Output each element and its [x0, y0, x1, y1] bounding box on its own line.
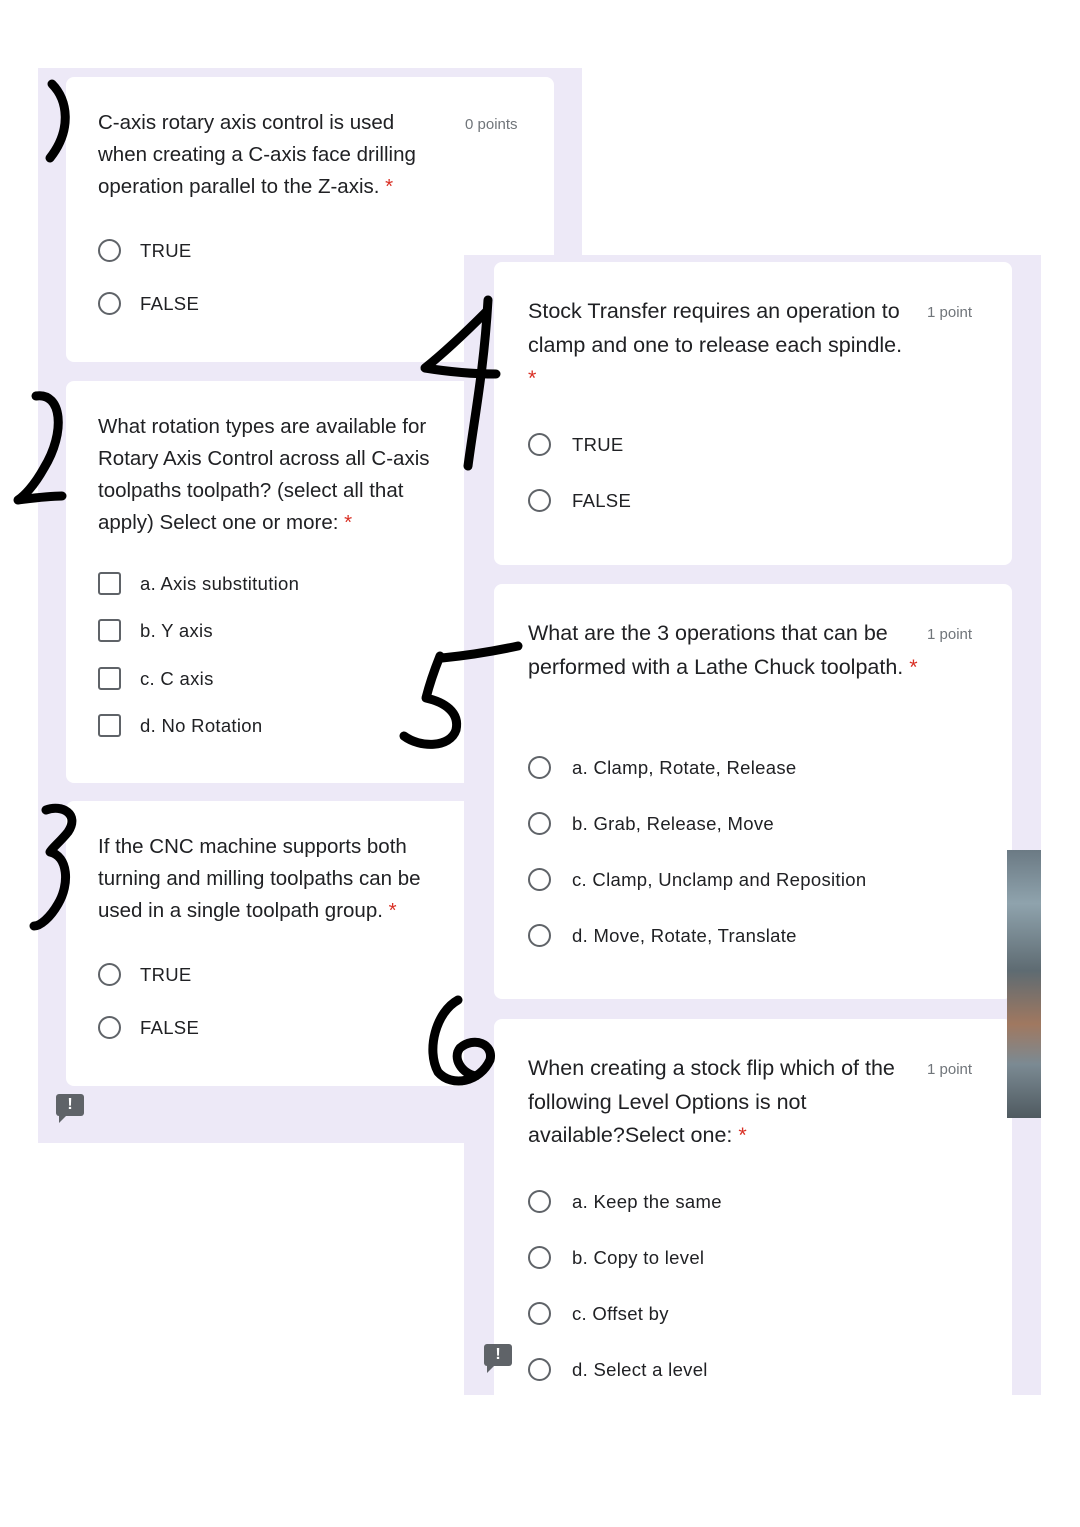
- handwritten-number-5a: [437, 641, 523, 663]
- handwritten-number-6: [428, 995, 495, 1086]
- handwritten-number-5b: [399, 651, 462, 749]
- handwritten-number-2: [13, 391, 67, 505]
- handwritten-annotations: [13, 79, 523, 1086]
- handwritten-number-1: [45, 79, 70, 163]
- handwritten-number-3: [29, 803, 77, 931]
